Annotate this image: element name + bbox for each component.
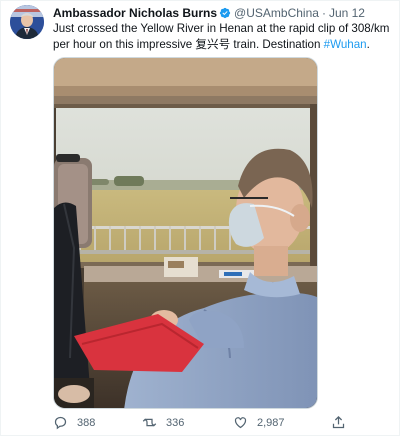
verified-badge-icon	[219, 7, 231, 19]
reply-icon	[54, 416, 67, 430]
tweet-timestamp[interactable]: Jun 12	[329, 6, 365, 20]
retweet-icon	[142, 418, 157, 427]
share-icon	[332, 415, 345, 429]
tweet-actions: 388 336 2,987	[53, 415, 353, 433]
author-display-name[interactable]: Ambassador Nicholas Burns	[53, 6, 217, 20]
reply-button[interactable]: 388	[53, 415, 95, 430]
tweet-text: Just crossed the Yellow River in Henan a…	[53, 21, 398, 53]
retweet-count: 336	[166, 416, 185, 429]
retweet-button[interactable]: 336	[142, 415, 184, 430]
tweet-card[interactable]: Ambassador Nicholas Burns @USAmbChina · …	[0, 0, 400, 436]
tweet-photo[interactable]	[53, 57, 318, 409]
author-avatar[interactable]	[10, 5, 44, 39]
hashtag-link[interactable]: #Wuhan	[324, 38, 367, 51]
train-window-photo-icon	[54, 58, 317, 408]
author-handle[interactable]: @USAmbChina	[234, 6, 319, 20]
heart-icon	[234, 417, 247, 429]
share-button[interactable]	[331, 415, 346, 430]
like-count: 2,987	[257, 416, 285, 429]
profile-photo-icon	[10, 5, 44, 39]
header-separator: ·	[321, 6, 326, 20]
tweet-header: Ambassador Nicholas Burns @USAmbChina · …	[53, 5, 391, 21]
reply-count: 388	[77, 416, 96, 429]
tweet-text-end: .	[366, 38, 370, 51]
like-button[interactable]: 2,987	[233, 415, 285, 430]
